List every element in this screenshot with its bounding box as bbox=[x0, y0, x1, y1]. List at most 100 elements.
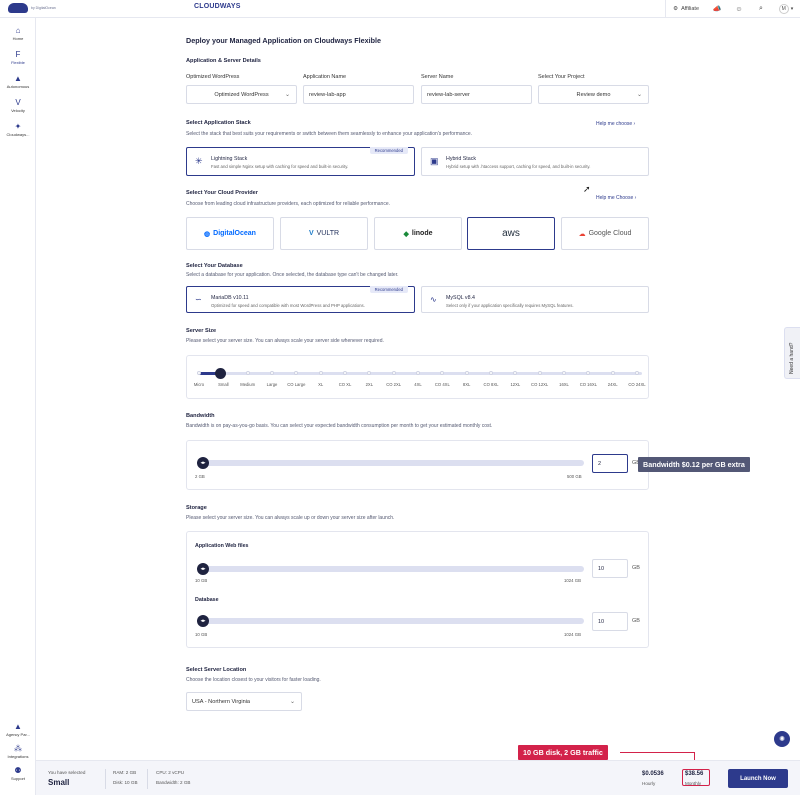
server-size-label[interactable]: XL bbox=[318, 382, 323, 387]
bandwidth-input[interactable]: 2 bbox=[592, 454, 628, 473]
server-size-stop[interactable] bbox=[318, 371, 323, 375]
hybrid-stack-card[interactable]: ▣ Hybrid Stack Hybrid setup with .htacce… bbox=[421, 147, 649, 176]
server-size-label[interactable]: 4XL bbox=[414, 382, 421, 387]
sidebar-item-autonomous[interactable]: ▲ Autonomous bbox=[0, 74, 36, 89]
server-size-label[interactable]: CO 12XL bbox=[531, 382, 548, 387]
server-size-stop[interactable] bbox=[343, 371, 347, 375]
server-size-label[interactable]: CO Large bbox=[287, 382, 305, 387]
server-size-label[interactable]: Small bbox=[218, 382, 228, 387]
sidebar-item-flexible[interactable]: F Flexible bbox=[0, 50, 36, 65]
server-size-label[interactable]: CO 4XL bbox=[435, 382, 450, 387]
sidebar-item-agency-partner[interactable]: ▲ Agency Par... bbox=[0, 722, 36, 737]
provider-google-cloud[interactable]: ☁ Google Cloud bbox=[561, 217, 649, 250]
server-size-stop[interactable] bbox=[562, 371, 566, 375]
server-size-stop[interactable] bbox=[391, 371, 396, 375]
sidebar-item-velocity[interactable]: V Velocity bbox=[0, 98, 36, 113]
provider-label: Google Cloud bbox=[588, 230, 632, 237]
server-size-label[interactable]: 12XL bbox=[510, 382, 520, 387]
chevron-down-icon: ⌄ bbox=[636, 92, 642, 98]
project-select[interactable]: Review demo ⌄ bbox=[538, 85, 649, 104]
cloud-logo-icon bbox=[8, 3, 28, 13]
server-size-stop[interactable] bbox=[635, 371, 639, 375]
server-size-stop[interactable] bbox=[197, 371, 201, 375]
database-section-title: Select Your Database bbox=[186, 263, 243, 269]
server-size-label[interactable]: CO XL bbox=[339, 382, 352, 387]
database-storage-track[interactable] bbox=[198, 618, 584, 624]
provider-section-title: Select Your Cloud Provider bbox=[186, 190, 258, 196]
server-size-stop[interactable] bbox=[245, 371, 250, 375]
database-storage-handle[interactable]: ◂▸ bbox=[197, 615, 209, 627]
server-size-stop[interactable] bbox=[537, 371, 542, 375]
web-files-track[interactable] bbox=[198, 566, 584, 572]
app-name-input[interactable]: review-lab-app bbox=[303, 85, 414, 104]
web-files-handle[interactable]: ◂▸ bbox=[197, 563, 209, 575]
provider-digitalocean[interactable]: ◍ DigitalOcean bbox=[186, 217, 274, 250]
sidebar-item-label: Autonomous bbox=[6, 84, 30, 89]
server-size-handle[interactable] bbox=[215, 368, 226, 379]
agency-icon: ▲ bbox=[14, 722, 22, 731]
server-size-label[interactable]: CO 2XL bbox=[386, 382, 401, 387]
server-size-label[interactable]: Large bbox=[267, 382, 278, 387]
provider-linode[interactable]: ◆ linode bbox=[374, 217, 462, 250]
server-size-label[interactable]: Medium bbox=[240, 382, 255, 387]
velocity-icon: V bbox=[15, 98, 21, 107]
card-title: Hybrid Stack bbox=[446, 156, 477, 162]
affiliate-link[interactable]: ⚙ Affiliate bbox=[665, 0, 706, 18]
server-size-stop[interactable] bbox=[270, 371, 274, 375]
sidebar-item-integrations[interactable]: ⁂ Integrations bbox=[0, 744, 36, 759]
cloudways-logo[interactable]: CLOUDWAYS by DigitalOcean bbox=[8, 3, 240, 13]
app-type-select[interactable]: Optimized WordPress ⌄ bbox=[186, 85, 297, 104]
monthly-label: Monthly bbox=[685, 781, 702, 786]
ram-spec: RAM: 2 GB bbox=[113, 770, 137, 775]
server-name-input[interactable]: review-lab-server bbox=[421, 85, 532, 104]
launch-now-button[interactable]: Launch Now bbox=[728, 769, 788, 788]
web-files-input[interactable]: 10 bbox=[592, 559, 628, 578]
server-size-stop[interactable] bbox=[489, 371, 493, 375]
flexible-icon: F bbox=[15, 50, 21, 59]
mysql-card[interactable]: ∿ MySQL v8.4 Select only if your applica… bbox=[421, 286, 649, 313]
stack-help-link[interactable]: Help me choose › bbox=[596, 121, 635, 127]
account-menu[interactable]: M ▾ bbox=[772, 0, 800, 18]
database-storage-input[interactable]: 10 bbox=[592, 612, 628, 631]
server-size-stop[interactable] bbox=[610, 371, 615, 375]
server-size-label[interactable]: 24XL bbox=[608, 382, 618, 387]
server-size-label[interactable]: Micro bbox=[194, 382, 204, 387]
provider-vultr[interactable]: V VULTR bbox=[280, 217, 368, 250]
provider-label: VULTR bbox=[316, 230, 340, 237]
divider bbox=[147, 769, 148, 789]
provider-help-link[interactable]: Help me Choose › bbox=[596, 195, 636, 201]
server-size-stop[interactable] bbox=[464, 371, 469, 375]
server-size-stop[interactable] bbox=[416, 371, 420, 375]
server-size-label[interactable]: 16XL bbox=[559, 382, 569, 387]
server-size-label[interactable]: CO 16XL bbox=[580, 382, 597, 387]
server-name-label: Server Name bbox=[421, 74, 454, 80]
details-section-title: Application & Server Details bbox=[186, 58, 261, 64]
help-label: Help me Choose bbox=[596, 195, 634, 201]
sidebar-item-label: Agency Par... bbox=[6, 732, 30, 737]
bot-icon[interactable]: ☺ bbox=[728, 0, 750, 18]
megaphone-icon[interactable]: 📣 bbox=[706, 0, 728, 18]
need-a-hand-tab[interactable]: Need a hand? bbox=[784, 327, 800, 379]
sidebar-item-home[interactable]: ⌂ Home bbox=[0, 26, 36, 41]
mariadb-card[interactable]: Recommended ∽ MariaDB v10.11 Optimized f… bbox=[186, 286, 415, 313]
sidebar-item-support[interactable]: ⚉ Support bbox=[0, 766, 36, 781]
bandwidth-track[interactable] bbox=[198, 460, 584, 466]
chat-icon[interactable]: ✺ bbox=[774, 731, 790, 747]
server-size-section-title: Server Size bbox=[186, 328, 217, 334]
brand-sub: by DigitalOcean bbox=[31, 6, 56, 10]
server-size-label[interactable]: CO 24XL bbox=[628, 382, 645, 387]
provider-aws[interactable]: aws bbox=[467, 217, 555, 250]
search-icon[interactable]: ⌕ bbox=[750, 0, 772, 18]
server-size-track[interactable] bbox=[198, 372, 642, 375]
server-size-label[interactable]: 2XL bbox=[366, 382, 373, 387]
server-size-label[interactable]: 8XL bbox=[463, 382, 470, 387]
sidebar-item-cloudways-ai[interactable]: ✦ Cloudways... bbox=[0, 122, 36, 137]
home-icon: ⌂ bbox=[15, 26, 21, 35]
server-size-label[interactable]: CO 8XL bbox=[484, 382, 499, 387]
location-select[interactable]: USA - Northern Virginia ⌄ bbox=[186, 692, 302, 711]
lightning-stack-card[interactable]: Recommended ✳ Lightning Stack Fast and s… bbox=[186, 147, 415, 176]
bandwidth-handle[interactable]: ◂▸ bbox=[197, 457, 209, 469]
sidebar-item-label: Cloudways... bbox=[6, 132, 30, 137]
server-size-panel bbox=[186, 355, 649, 399]
bandwidth-section-title: Bandwidth bbox=[186, 413, 215, 419]
